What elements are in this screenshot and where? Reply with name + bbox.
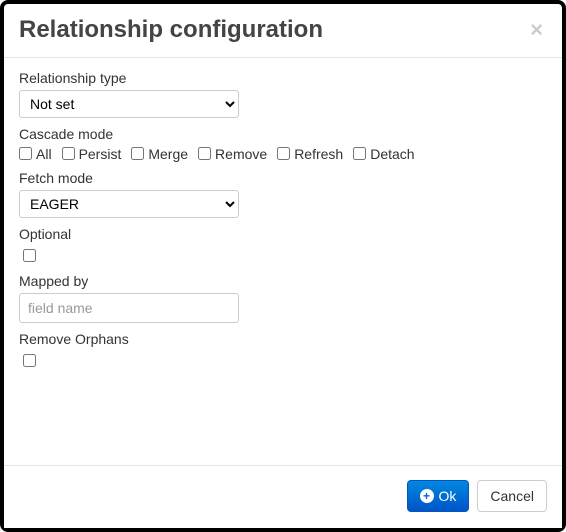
relationship-config-dialog: Relationship configuration × Relationshi…	[0, 0, 566, 532]
mapped-by-field: Mapped by	[19, 273, 547, 323]
relationship-type-label: Relationship type	[19, 70, 547, 86]
close-button[interactable]: ×	[526, 19, 547, 41]
dialog-footer: + Ok Cancel	[4, 465, 562, 528]
dialog-body: Relationship type Not set Cascade mode A…	[4, 58, 562, 465]
mapped-by-input[interactable]	[19, 293, 239, 323]
cascade-refresh-checkbox[interactable]	[277, 147, 290, 160]
cascade-all-checkbox[interactable]	[19, 147, 32, 160]
cascade-all-label: All	[36, 146, 52, 162]
relationship-type-select[interactable]: Not set	[19, 90, 239, 118]
cascade-remove-option[interactable]: Remove	[198, 146, 267, 162]
mapped-by-label: Mapped by	[19, 273, 547, 289]
cascade-detach-option[interactable]: Detach	[353, 146, 414, 162]
cascade-remove-label: Remove	[215, 146, 267, 162]
cascade-remove-checkbox[interactable]	[198, 147, 211, 160]
optional-checkbox[interactable]	[23, 249, 36, 262]
cascade-options: All Persist Merge Remove Refresh	[19, 144, 547, 168]
optional-label: Optional	[19, 226, 547, 242]
cascade-persist-checkbox[interactable]	[62, 147, 75, 160]
cascade-mode-field: Cascade mode All Persist Merge Remove	[19, 126, 547, 168]
cascade-persist-label: Persist	[79, 146, 122, 162]
cascade-persist-option[interactable]: Persist	[62, 146, 122, 162]
optional-field: Optional	[19, 226, 547, 265]
fetch-mode-field: Fetch mode EAGER	[19, 170, 547, 218]
dialog-header: Relationship configuration ×	[4, 4, 562, 58]
cascade-merge-label: Merge	[148, 146, 188, 162]
ok-button-label: Ok	[439, 488, 457, 504]
cascade-refresh-option[interactable]: Refresh	[277, 146, 343, 162]
remove-orphans-field: Remove Orphans	[19, 331, 547, 370]
cascade-merge-option[interactable]: Merge	[131, 146, 188, 162]
plus-circle-icon: +	[420, 489, 434, 503]
ok-button[interactable]: + Ok	[407, 480, 470, 512]
cascade-merge-checkbox[interactable]	[131, 147, 144, 160]
relationship-type-field: Relationship type Not set	[19, 70, 547, 118]
cancel-button-label: Cancel	[490, 488, 534, 504]
close-icon: ×	[530, 17, 543, 42]
cascade-detach-checkbox[interactable]	[353, 147, 366, 160]
dialog-title: Relationship configuration	[19, 16, 323, 45]
cascade-all-option[interactable]: All	[19, 146, 52, 162]
cascade-detach-label: Detach	[370, 146, 414, 162]
remove-orphans-label: Remove Orphans	[19, 331, 547, 347]
cascade-refresh-label: Refresh	[294, 146, 343, 162]
fetch-mode-label: Fetch mode	[19, 170, 547, 186]
remove-orphans-checkbox[interactable]	[23, 354, 36, 367]
fetch-mode-select[interactable]: EAGER	[19, 190, 239, 218]
cascade-mode-label: Cascade mode	[19, 126, 547, 142]
cancel-button[interactable]: Cancel	[477, 480, 547, 512]
